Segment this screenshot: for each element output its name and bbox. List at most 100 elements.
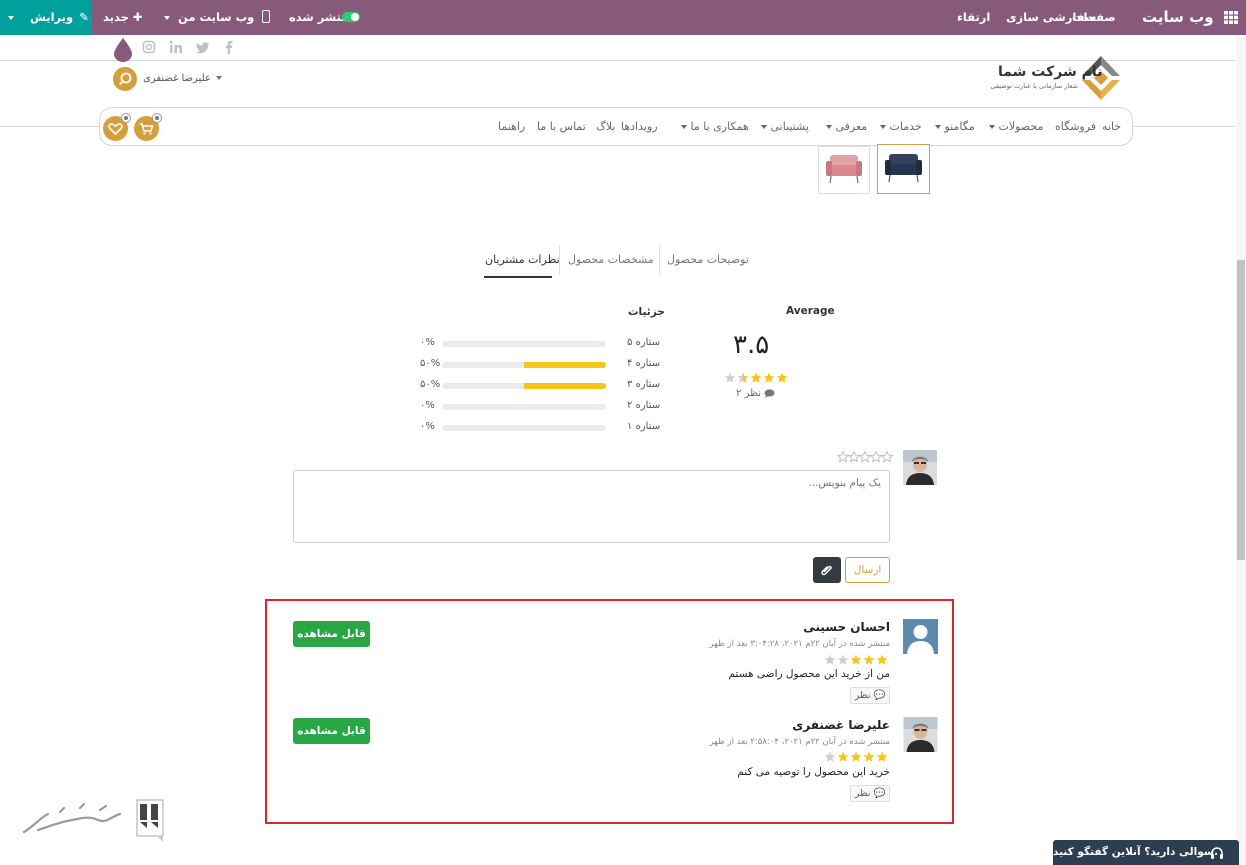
published-toggle[interactable]	[342, 12, 360, 22]
wishlist-button[interactable]	[103, 113, 131, 141]
review-avatar-placeholder	[903, 619, 938, 654]
star-icon	[863, 654, 875, 666]
search-button[interactable]	[113, 67, 137, 91]
comment-icon	[764, 388, 775, 398]
review-count: ۲ نظر	[736, 388, 775, 399]
nav-item-about[interactable]: معرفی	[823, 120, 867, 133]
admin-topbar: ویرایش ✎ جدید ✚ وب سایت من منتشر شده ارت…	[0, 0, 1246, 35]
review-visibility-button[interactable]: قابل مشاهده	[293, 718, 370, 744]
review-author-avatar	[903, 717, 938, 752]
my-website-label: وب سایت من	[178, 10, 255, 24]
tab-description[interactable]: توضیحات محصول	[667, 253, 749, 266]
nav-item-events[interactable]: رویدادها	[621, 120, 658, 133]
star-icon	[837, 751, 849, 763]
instagram-icon[interactable]	[142, 40, 156, 54]
average-label: Average	[786, 305, 835, 317]
new-button[interactable]: جدید ✚	[103, 0, 143, 35]
my-website-dropdown[interactable]: وب سایت من	[164, 0, 254, 35]
nav-item-products[interactable]: محصولات	[986, 120, 1043, 133]
send-button[interactable]: ارسال	[845, 557, 890, 583]
star-icon[interactable]	[848, 451, 860, 463]
rating-row-label: ۲ ستاره	[627, 400, 661, 411]
rating-row-percent: ۵۰%	[420, 358, 441, 369]
star-icon	[824, 654, 836, 666]
edit-label: ویرایش	[30, 10, 74, 24]
mobile-preview-icon[interactable]	[262, 10, 270, 23]
chevron-down-icon	[935, 125, 941, 129]
menu-upgrade[interactable]: ارتقاء	[957, 0, 990, 35]
review-author: علیرضا غضنفری	[792, 718, 890, 732]
chevron-down-icon	[989, 125, 995, 129]
tab-specs[interactable]: مشخصات محصول	[568, 253, 654, 266]
search-icon	[119, 72, 132, 85]
product-thumbnail-pink-sofa[interactable]	[818, 146, 870, 194]
facebook-icon[interactable]	[222, 40, 236, 54]
star-icon	[776, 372, 788, 384]
attach-button[interactable]	[813, 557, 841, 583]
chevron-down-icon	[681, 125, 687, 129]
rating-row-percent: ۰%	[420, 400, 435, 411]
edit-button[interactable]: ویرایش ✎	[30, 0, 89, 35]
nav-item-support[interactable]: پشتیبانی	[758, 120, 809, 133]
tab-reviews-underline	[484, 276, 552, 278]
nav-item-home[interactable]: خانه	[1102, 120, 1121, 133]
cart-button[interactable]	[134, 113, 162, 141]
product-thumbnail-navy-sofa[interactable]	[877, 144, 930, 194]
chevron-down-icon	[880, 125, 886, 129]
star-icon	[850, 751, 862, 763]
scrollbar-thumb[interactable]	[1237, 260, 1245, 560]
nav-item-services[interactable]: خدمات	[877, 120, 922, 133]
twitter-icon[interactable]	[196, 40, 210, 54]
current-user-avatar	[903, 450, 937, 485]
nav-item-careers[interactable]: همکاری با ما	[678, 120, 749, 133]
nav-item-help[interactable]: راهنما	[498, 120, 525, 133]
wishlist-count-badge	[121, 113, 131, 123]
review-reply-button[interactable]: نظر 💬	[850, 687, 890, 704]
message-input[interactable]	[293, 470, 890, 543]
comment-icon: 💬	[873, 788, 886, 799]
rating-bar-track	[442, 341, 606, 347]
theme-drop-icon[interactable]	[114, 38, 132, 62]
details-label: جزئیات	[628, 306, 665, 318]
nav-item-contact[interactable]: تماس با ما	[537, 120, 586, 133]
rating-row-label: ۳ ستاره	[627, 379, 661, 390]
menu-pages[interactable]: صفحات	[1072, 0, 1116, 35]
paperclip-icon	[821, 565, 832, 576]
header-divider-top	[0, 60, 1235, 61]
review-author: احسان حسینی	[803, 620, 890, 634]
star-icon	[850, 654, 862, 666]
star-icon[interactable]	[881, 451, 893, 463]
rating-bar-track	[442, 404, 606, 410]
star-icon	[863, 751, 875, 763]
main-navbar	[99, 107, 1133, 146]
tab-reviews[interactable]: نظرات مشتریان	[485, 253, 560, 266]
star-icon	[824, 751, 836, 763]
headset-icon	[1209, 845, 1225, 861]
rating-row-label: ۵ ستاره	[627, 337, 661, 348]
nav-item-blog[interactable]: بلاگ	[596, 120, 615, 133]
nav-item-megamenu[interactable]: مگامنو	[932, 120, 975, 133]
star-icon[interactable]	[837, 451, 849, 463]
app-title: وب سایت	[1142, 8, 1214, 26]
linkedin-icon[interactable]	[169, 40, 183, 54]
star-icon	[876, 654, 888, 666]
star-icon[interactable]	[870, 451, 882, 463]
rating-row-label: ۱ ستاره	[627, 421, 661, 432]
rating-row-percent: ۰%	[420, 421, 435, 432]
user-menu[interactable]: علیرضا غضنفری	[143, 73, 223, 84]
chevron-down-icon	[826, 125, 832, 129]
review-visibility-button[interactable]: قابل مشاهده	[293, 621, 370, 647]
rating-row-percent: ۵۰%	[420, 379, 441, 390]
company-name: نام شرکت شما	[998, 64, 1103, 80]
tab-separator	[659, 245, 660, 275]
rating-row-percent: ۰%	[420, 337, 435, 348]
apps-grid-icon[interactable]	[1224, 11, 1238, 24]
review-reply-button[interactable]: نظر 💬	[850, 785, 890, 802]
new-label: جدید	[103, 10, 129, 24]
nav-item-shop[interactable]: فروشگاه	[1055, 120, 1096, 133]
edit-dropdown-toggle[interactable]	[8, 0, 14, 35]
review-text: خرید این محصول را توصیه می کنم	[737, 766, 890, 778]
star-icon[interactable]	[859, 451, 871, 463]
review-text: من از خرید این محصول راضی هستم	[728, 668, 890, 680]
review-meta: منتشر شده در آبان ۲۲م ۲۰۲۱، ۳:۰۴:۲۸ بعد …	[709, 639, 890, 649]
